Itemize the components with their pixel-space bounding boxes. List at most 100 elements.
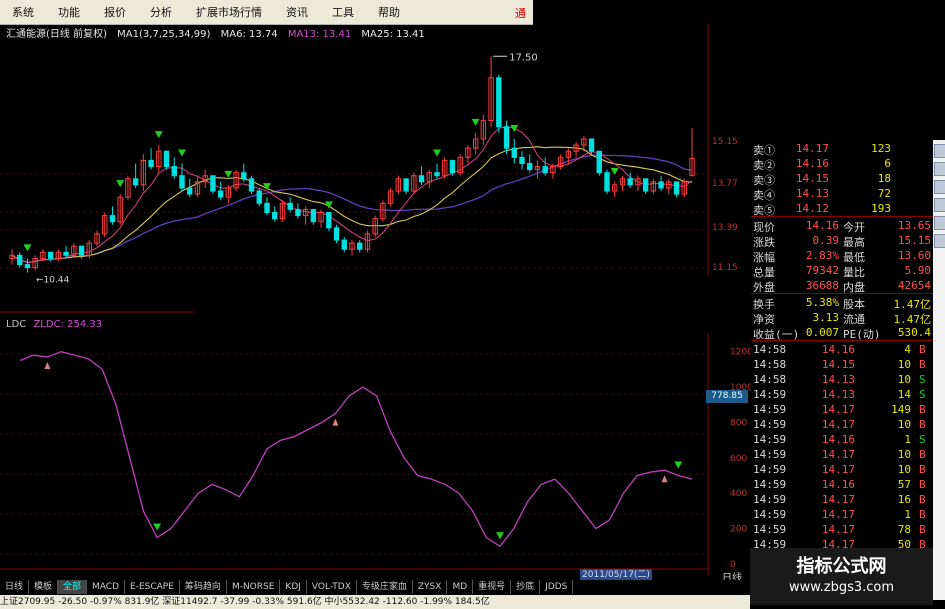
menu-analysis[interactable]: 分析 [138,4,184,20]
tick-row: 14:59 14.17 16 B [751,493,933,507]
menu-tools[interactable]: 工具 [320,4,366,20]
ask-row: 卖③ 14.15 18 [751,172,933,187]
candle-body [78,245,85,256]
tick-row: 14:58 14.13 10 S [751,373,933,387]
candle-body [503,126,510,149]
side-scrollbar[interactable] [933,140,945,600]
ma-params: MA1(3,7,25,34,99) [117,29,211,40]
tick-row: 14:58 14.16 4 B [751,343,933,357]
side-button[interactable] [934,234,945,248]
quote-panel: 卖① 14.17 123 卖② 14.16 6 卖③ 14.15 18 卖④ 14.13 72 卖⑤ 14… [751,140,933,551]
ma25-value: MA25: 13.41 [361,29,425,40]
candle-body [357,242,363,250]
quote-cell: 涨跌 [753,236,775,249]
candle-body [163,150,170,168]
stat-row: 收益(一) 0.007 PE(动) 530.4 [751,326,933,341]
quote-cell: 总量 [753,266,775,279]
quote-cell: 14.13 [795,187,829,200]
quote-cell: 14 [897,388,911,401]
tab-14[interactable]: JDDS [540,580,574,594]
menu-quote[interactable]: 报价 [92,4,138,20]
quote-cell: 14.13 [821,373,855,386]
quote-cell: 4 [904,343,911,356]
tab-10[interactable]: ZYSX [413,580,448,594]
candle-body [310,208,317,223]
tab-9[interactable]: 专级庄家血 [357,580,413,594]
candle-body [217,190,224,198]
tick-row: 14:59 14.17 78 B [751,523,933,537]
side-button[interactable] [934,144,945,158]
quote-cell: 14:59 [753,523,787,536]
axis-tick-label: 15.15 [712,137,738,147]
candle-body [627,178,633,186]
quote-separator [751,216,933,217]
quote-cell: 现价 [753,221,775,234]
quote-cell: 14.17 [821,418,855,431]
candle-body [132,178,139,186]
quote-cell: B [919,508,926,521]
quote-cell: S [919,433,926,446]
quote-cell: 卖③ [753,174,775,187]
quote-cell: 今开 [843,221,865,234]
menu-function[interactable]: 功能 [46,4,92,20]
tick-row: 14:59 14.17 10 B [751,448,933,462]
tab-7[interactable]: KDJ [280,580,307,594]
stat-row: 净资 3.13 流通 1.47亿 [751,311,933,326]
side-button[interactable] [934,198,945,212]
quote-cell: 6 [884,157,891,170]
trough-arrow-icon [496,532,504,540]
tab-6[interactable]: M-NORSE [227,580,281,594]
side-button[interactable] [934,162,945,176]
candle-body [210,175,216,192]
tab-13[interactable]: 抄底 [511,580,541,594]
menu-system[interactable]: 系统 [0,4,46,20]
candle-body [272,211,278,220]
quote-cell: 530.4 [897,326,931,339]
quote-cell: 10 [897,418,911,431]
quote-cell: 14.17 [795,142,829,155]
quote-separator [751,340,933,341]
tab-8[interactable]: VOL-TDX [307,580,357,594]
quote-cell: 14.13 [821,388,855,401]
quote-cell: B [919,493,926,506]
quote-cell: 14:59 [753,403,787,416]
tab-2[interactable]: 全部 [58,580,88,594]
tick-row: 14:59 14.17 1 B [751,508,933,522]
quote-cell: 0.007 [805,326,839,339]
buy-arrow-icon [471,118,480,126]
stat-row: 涨幅 2.83% 最低 13.60 [751,249,933,264]
tick-row: 14:59 14.17 149 B [751,403,933,417]
buy-arrow-icon [178,149,186,157]
quote-cell: 卖① [753,144,775,157]
tick-row: 14:59 14.16 57 B [751,478,933,492]
quote-cell: 14.16 [821,433,855,446]
candle-body [596,150,602,174]
indicator-tab-bar: 日线 模板 全部 MACD E-ESCAPE 筹码趋向 M-NORSE KDJ VOL-TDX 专… [0,580,750,594]
candle-body [496,77,502,128]
quote-cell: 14.17 [821,493,855,506]
tick-row: 14:59 14.17 10 B [751,463,933,477]
candle-body [179,175,185,189]
quote-cell: 涨幅 [753,251,775,264]
quote-cell: 14.16 [821,478,855,491]
quote-cell: 14:58 [753,343,787,356]
quote-cell: 14.15 [795,172,829,185]
buy-arrow-icon [23,244,32,252]
tab-5[interactable]: 筹码趋向 [180,580,227,594]
tab-4[interactable]: E-ESCAPE [125,580,180,594]
candle-body [295,208,301,217]
side-button[interactable] [934,180,945,194]
tab-0[interactable]: 日线 [0,580,30,594]
tab-11[interactable]: MD [447,580,474,594]
candle-body [403,178,409,192]
menu-news[interactable]: 资讯 [274,4,320,20]
quote-cell: 10 [897,373,911,386]
tab-12[interactable]: 重视号 [473,580,512,594]
menu-help[interactable]: 帮助 [366,4,412,20]
chart-title-line: 汇通能源(日线 前复权) MA1(3,7,25,34,99) MA6: 13.7… [6,25,432,40]
side-button[interactable] [934,216,945,230]
tab-3[interactable]: MACD [87,580,126,594]
quote-cell: 14.16 [805,219,839,232]
menu-extended-market[interactable]: 扩展市场行情 [184,4,274,20]
tab-1[interactable]: 模板 [29,580,59,594]
